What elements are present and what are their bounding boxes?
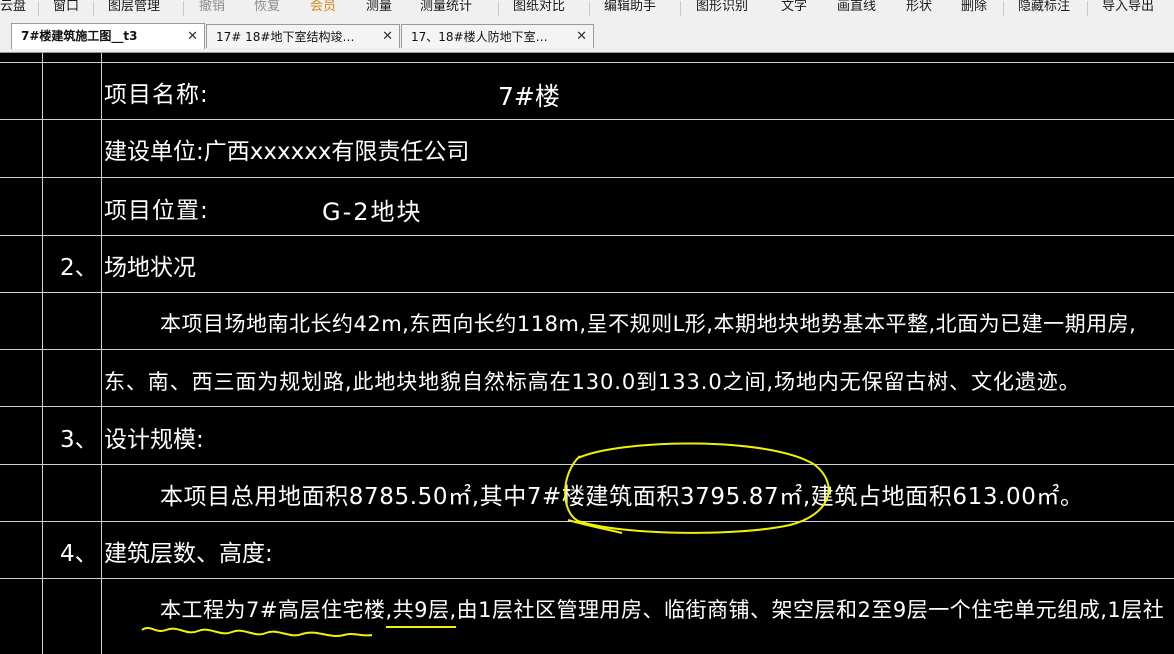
table-column-line <box>101 53 102 654</box>
menu-cloud-disk[interactable]: 云盘 <box>0 0 26 18</box>
menu-window[interactable]: 窗口 <box>53 0 79 18</box>
tab-7-building-drawing[interactable]: 7#楼建筑施工图__t3 ✕ <box>11 23 205 49</box>
table-row-line <box>0 464 1174 465</box>
menu-separator <box>183 1 184 16</box>
menu-separator <box>1003 1 1004 16</box>
close-icon[interactable]: ✕ <box>576 25 587 48</box>
project-name-value: 7#楼 <box>498 82 560 111</box>
site-condition-text-1: 本项目场地南北长约42m,东西向长约118m,呈不规则L形,本期地块地势基本平整… <box>160 312 1137 336</box>
construction-unit-line: 建设单位:广西xxxxxx有限责任公司 <box>104 139 470 165</box>
menu-separator <box>680 1 681 16</box>
menu-separator <box>38 1 39 16</box>
table-row-line <box>0 521 1174 522</box>
tab-label: 7#楼建筑施工图__t3 <box>21 29 138 43</box>
menu-undo[interactable]: 撤销 <box>199 0 225 18</box>
menu-hide-dimensions[interactable]: 隐藏标注 <box>1018 0 1070 18</box>
menu-vip[interactable]: 会员 <box>310 0 336 18</box>
table-row-line <box>0 235 1174 236</box>
section-title-floors-height: 建筑层数、高度: <box>104 541 273 567</box>
drawing-canvas[interactable]: 项目名称: 7#楼 建设单位:广西xxxxxx有限责任公司 项目位置: G-2地… <box>0 53 1174 654</box>
design-scale-text: 本项目总用地面积8785.50㎡,其中7#楼建筑面积3795.87㎡,建筑占地面… <box>160 484 1084 510</box>
menu-import-export[interactable]: 导入导出 <box>1102 0 1154 18</box>
menu-drawing-compare[interactable]: 图纸对比 <box>513 0 565 18</box>
tab-label: 17、18#楼人防地下室… <box>411 30 548 44</box>
tab-label: 17# 18#地下室结构竣… <box>216 30 355 44</box>
close-icon[interactable]: ✕ <box>382 25 393 48</box>
menu-edit-assistant[interactable]: 编辑助手 <box>604 0 656 18</box>
menu-shape[interactable]: 形状 <box>906 0 932 18</box>
document-tab-bar: 7#楼建筑施工图__t3 ✕ 17# 18#地下室结构竣… ✕ 17、18#楼人… <box>0 18 1174 53</box>
section-number-2: 2、 <box>60 255 98 281</box>
table-row-line <box>0 292 1174 293</box>
menu-shape-recognition[interactable]: 图形识别 <box>696 0 748 18</box>
menu-bar: 云盘 窗口 图层管理 撤销 恢复 会员 测量 测量统计 图纸对比 编辑助手 图形… <box>0 0 1174 18</box>
table-row-line <box>0 62 1174 63</box>
table-row-line <box>0 578 1174 579</box>
menu-redo[interactable]: 恢复 <box>254 0 280 18</box>
site-condition-text-2: 东、南、西三面为规划路,此地块地貌自然标高在130.0到133.0之间,场地内无… <box>104 370 1081 394</box>
menu-separator <box>1087 1 1088 16</box>
menu-draw-line[interactable]: 画直线 <box>837 0 876 18</box>
floors-height-text: 本工程为7#高层住宅楼,共9层,由1层社区管理用房、临街商铺、架空层和2至9层一… <box>160 598 1165 622</box>
menu-separator <box>93 1 94 16</box>
section-title-design-scale: 设计规模: <box>104 427 204 453</box>
menu-separator <box>498 1 499 16</box>
table-column-line <box>42 53 43 654</box>
project-name-label: 项目名称: <box>104 82 209 108</box>
menu-delete[interactable]: 删除 <box>961 0 987 18</box>
menu-layer-manager[interactable]: 图层管理 <box>108 0 160 18</box>
project-location-value: G-2地块 <box>322 198 423 226</box>
table-row-line <box>0 119 1174 120</box>
table-row-line <box>0 177 1174 178</box>
menu-measure-statistics[interactable]: 测量统计 <box>420 0 472 18</box>
section-number-4: 4、 <box>60 541 98 567</box>
tab-17-18-basement-structure[interactable]: 17# 18#地下室结构竣… ✕ <box>206 24 400 48</box>
tab-17-18-civil-defense-basement[interactable]: 17、18#楼人防地下室… ✕ <box>401 24 594 48</box>
menu-separator <box>589 1 590 16</box>
section-title-site-condition: 场地状况 <box>104 255 196 281</box>
project-location-label: 项目位置: <box>104 198 209 224</box>
section-number-3: 3、 <box>60 427 98 453</box>
table-row-line <box>0 349 1174 350</box>
menu-text[interactable]: 文字 <box>781 0 807 18</box>
menu-measure[interactable]: 测量 <box>366 0 392 18</box>
table-row-line <box>0 406 1174 407</box>
close-icon[interactable]: ✕ <box>187 24 198 49</box>
